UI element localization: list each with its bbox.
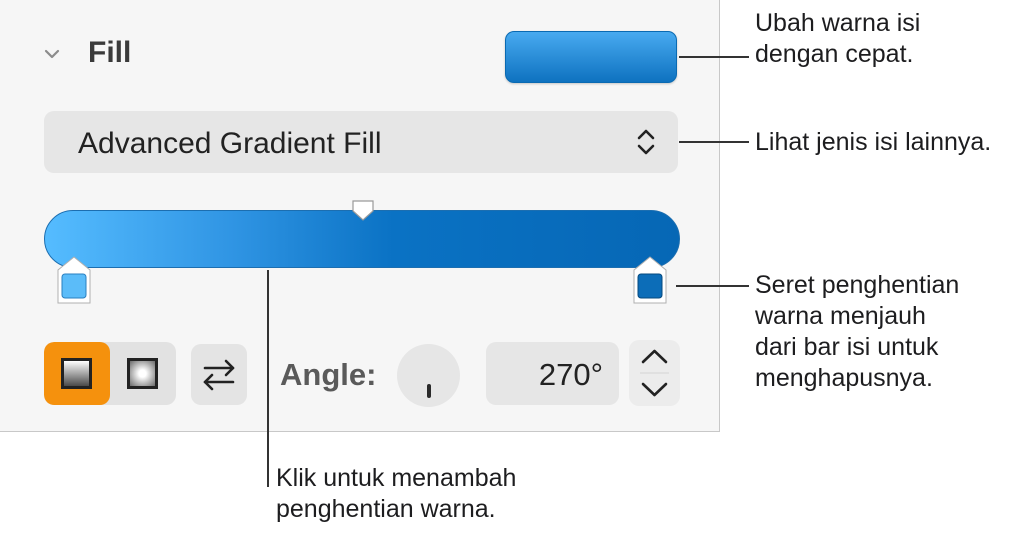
midpoint-handle[interactable] xyxy=(351,200,375,222)
angle-dial-indicator xyxy=(427,384,431,398)
stepper-arrows-icon xyxy=(640,349,669,397)
callout-line-add-stop-vertical xyxy=(267,270,269,487)
linear-gradient-icon xyxy=(61,358,92,389)
callout-remove-stop: Seret penghentian warna menjauh dari bar i… xyxy=(755,271,960,392)
gradient-type-segmented-control xyxy=(44,342,176,405)
angle-dial[interactable] xyxy=(397,344,460,407)
callout-add-stop: Klik untuk menambah penghentian warna. xyxy=(276,464,517,523)
color-swatch-button[interactable] xyxy=(505,31,677,83)
callout-line-stop xyxy=(676,285,749,287)
callout-more-types: Lihat jenis isi lainnya. xyxy=(755,128,992,156)
angle-stepper[interactable] xyxy=(629,340,680,406)
flip-colors-button[interactable] xyxy=(191,344,247,405)
swap-arrows-icon xyxy=(203,359,235,391)
chevron-down-icon[interactable] xyxy=(42,44,62,64)
gradient-editor xyxy=(44,200,680,305)
linear-gradient-button[interactable] xyxy=(44,342,110,405)
radial-gradient-icon xyxy=(127,358,158,389)
section-title: Fill xyxy=(88,36,132,69)
fill-type-popup[interactable]: Advanced Gradient Fill xyxy=(44,111,678,173)
angle-label: Angle: xyxy=(280,357,377,392)
fill-inspector-panel: Fill Advanced Gradient Fill Angle: 270° xyxy=(0,0,720,432)
fill-type-label: Advanced Gradient Fill xyxy=(78,127,382,160)
color-stop-right[interactable] xyxy=(633,256,667,304)
callout-line-swatch xyxy=(679,56,749,58)
radial-gradient-button[interactable] xyxy=(110,342,176,405)
callout-quick-fill: Ubah warna isi dengan cepat. xyxy=(755,9,921,68)
angle-input[interactable]: 270° xyxy=(486,342,619,405)
angle-value: 270° xyxy=(538,357,603,392)
color-stop-left[interactable] xyxy=(57,256,91,304)
callout-line-popup xyxy=(679,141,749,143)
chevron-up-down-icon xyxy=(637,129,655,155)
